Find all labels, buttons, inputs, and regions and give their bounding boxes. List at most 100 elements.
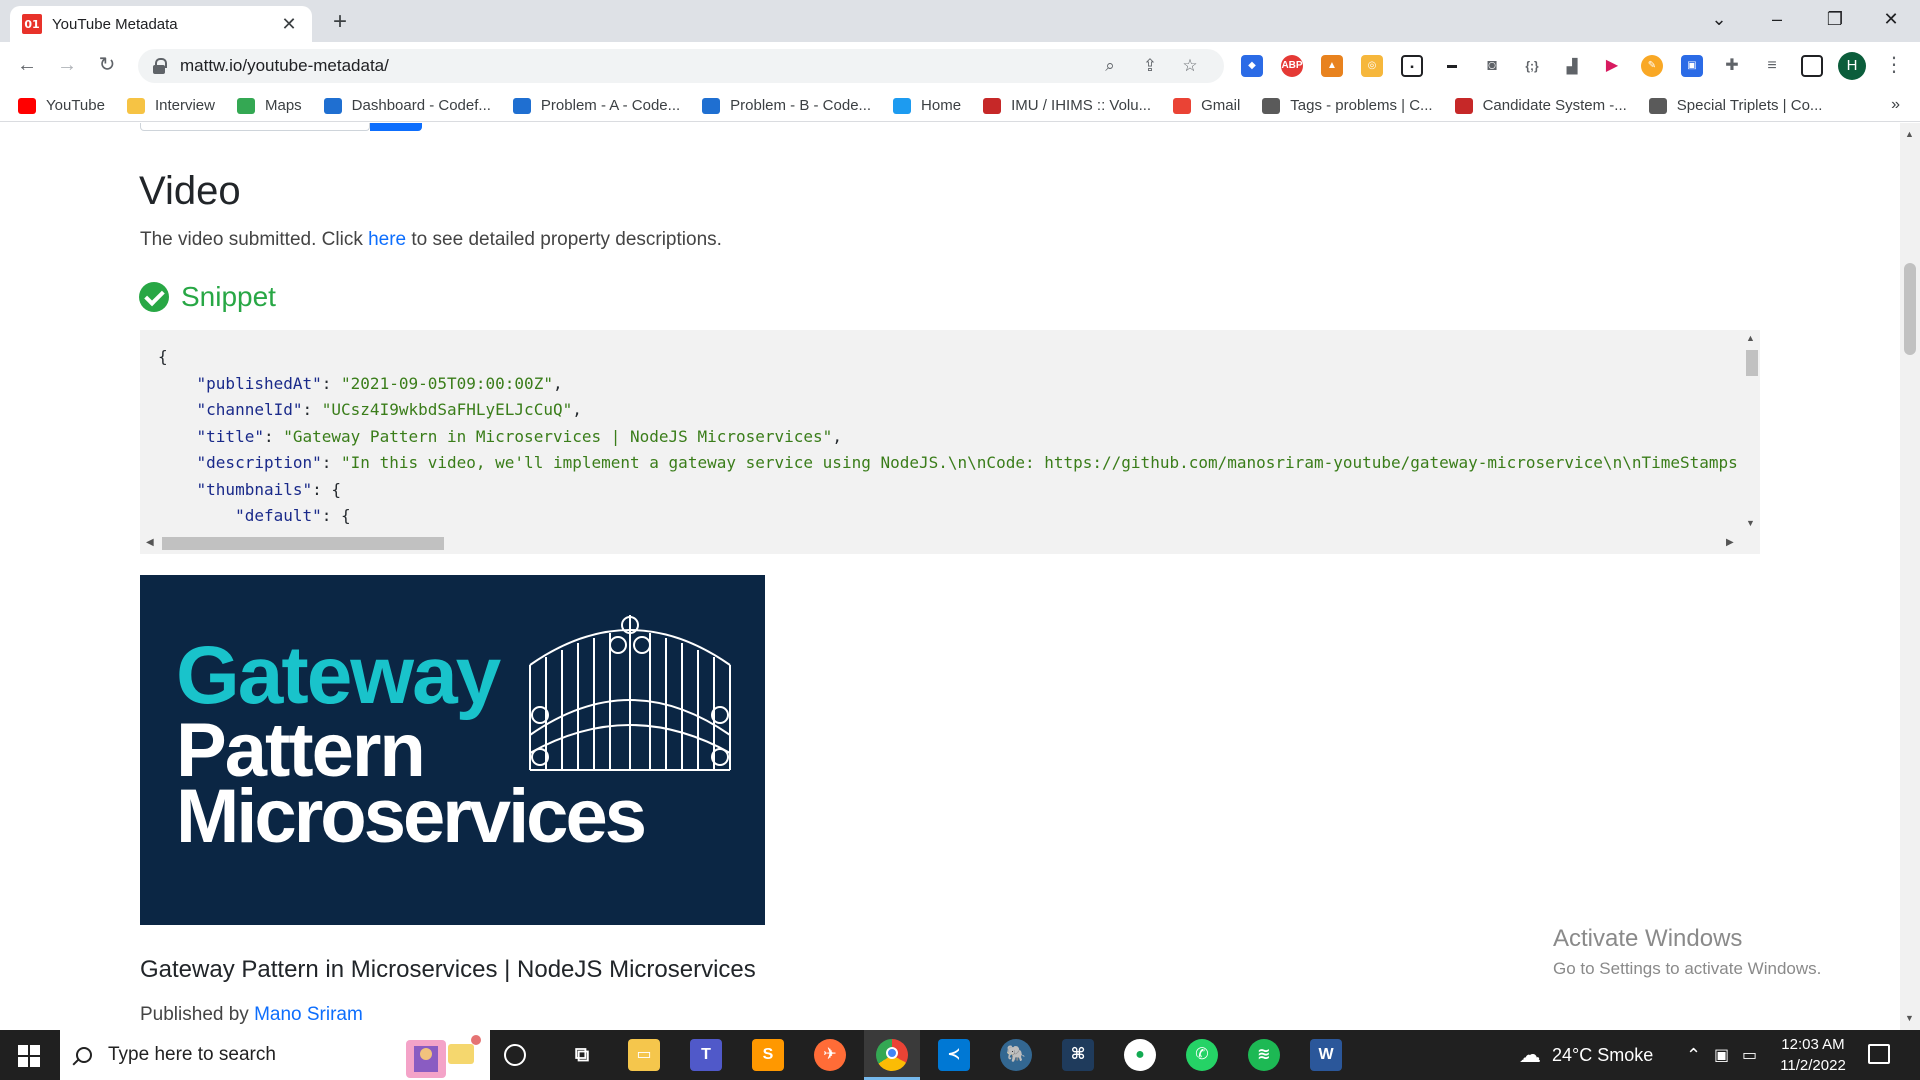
bookmark-item[interactable]: IMU / IHIMS :: Volu... [983,97,1151,114]
property-descriptions-link[interactable]: here [368,229,406,250]
video-thumbnail[interactable]: Gateway Pattern Microservices [140,575,765,925]
bookmark-label: Special Triplets | Co... [1676,97,1823,114]
lock-icon[interactable] [152,58,167,74]
back-button[interactable]: ← [12,50,42,80]
activate-windows-title: Activate Windows [1553,925,1743,952]
page-scroll-thumb[interactable] [1904,263,1916,355]
analytics-icon[interactable]: ▟ [1561,55,1583,77]
mongodb-compass-icon[interactable]: ● [1124,1039,1156,1071]
windows-start-icon[interactable] [18,1045,40,1067]
json-viewer-icon[interactable]: {;} [1521,55,1543,77]
extension-pen-icon[interactable]: ✎ [1641,55,1663,77]
bookmark-favicon-icon [1648,97,1667,114]
url-text[interactable]: mattw.io/youtube-metadata/ [180,56,1090,76]
page-scrollbar[interactable]: ▲ ▼ [1900,123,1920,1030]
scroll-up-arrow-icon[interactable]: ▲ [1746,333,1755,343]
forward-button[interactable]: → [52,50,82,80]
bookmark-item[interactable]: Home [893,97,961,114]
play-icon[interactable]: ▶ [1601,55,1623,77]
bookmarks-overflow-icon[interactable]: » [1891,96,1900,114]
tab-strip: 01 YouTube Metadata ✕ + ⌄ – ❐ ✕ [0,0,1920,42]
spotify-icon[interactable]: ≋ [1248,1039,1280,1071]
submit-button[interactable] [370,123,422,131]
media-control-icon[interactable]: ≡ [1761,55,1783,77]
teams-icon[interactable]: T [690,1039,722,1071]
chrome-icon[interactable] [876,1039,908,1071]
snippet-json-block[interactable]: { "publishedAt": "2021-09-05T09:00:00Z",… [140,330,1760,554]
code-horizontal-scrollbar[interactable]: ◀ ▶ [140,532,1760,554]
share-icon[interactable]: ⇪ [1130,56,1170,76]
postman-icon[interactable]: ✈ [814,1039,846,1071]
profile-avatar[interactable]: H [1838,52,1866,80]
channel-link[interactable]: Mano Sriram [254,1004,363,1025]
video-url-input[interactable] [140,123,370,131]
bookmark-label: Home [921,97,962,114]
search-icon[interactable]: ⌕ [1090,56,1130,76]
picture-in-picture-icon[interactable]: ▪ [1401,55,1423,77]
json-code: { "publishedAt": "2021-09-05T09:00:00Z",… [158,344,1738,530]
bookmark-item[interactable]: Tags - problems | C... [1262,97,1433,114]
side-panel-icon[interactable] [1801,55,1823,77]
page-scroll-up-icon[interactable]: ▲ [1905,129,1914,139]
notification-center-icon[interactable] [1868,1044,1890,1064]
bookmark-item[interactable]: Problem - A - Code... [512,97,680,114]
more-menu-icon[interactable]: ⋮ [1884,48,1904,82]
extension-orange-icon[interactable]: ◎ [1361,55,1383,77]
postgresql-icon[interactable]: 🐘 [1000,1039,1032,1071]
extension-dash-icon[interactable]: ▬ [1441,55,1463,77]
mysql-workbench-icon[interactable]: ⌘ [1062,1039,1094,1071]
cortana-icon[interactable] [504,1044,526,1066]
task-view-icon[interactable]: ⧉ [566,1039,598,1071]
weather-cloud-icon[interactable]: ☁ [1514,1039,1546,1071]
bookmark-item[interactable]: Maps [236,97,302,114]
snippet-title: Snippet [181,281,276,312]
taskbar-clock[interactable]: 12:03 AM 11/2/2022 [1768,1034,1858,1076]
video-description-text: The video submitted. Click here to see d… [140,229,722,251]
page-scroll-down-icon[interactable]: ▼ [1905,1013,1914,1023]
metamask-icon[interactable]: ▲ [1321,55,1343,77]
scroll-left-arrow-icon[interactable]: ◀ [146,537,154,548]
scroll-right-arrow-icon[interactable]: ▶ [1726,537,1734,548]
code-horizontal-scroll-thumb[interactable] [162,537,444,550]
whatsapp-icon[interactable]: ✆ [1186,1039,1218,1071]
snippet-section-header[interactable]: Snippet [139,281,276,313]
scroll-down-arrow-icon[interactable]: ▼ [1746,518,1755,528]
vscode-icon[interactable]: ≺ [938,1039,970,1071]
adblock-icon[interactable]: ABP [1281,55,1303,77]
bookmark-item[interactable]: YouTube [18,97,105,114]
bookmark-item[interactable]: Dashboard - Codef... [323,97,491,114]
bookmark-item[interactable]: Candidate System -... [1454,97,1627,114]
sublime-text-icon[interactable]: S [752,1039,784,1071]
bookmark-item[interactable]: Gmail [1173,97,1240,114]
new-tab-button[interactable]: + [325,8,355,38]
thumbnail-line-3: Microservices [176,774,647,859]
bookmark-item[interactable]: Problem - B - Code... [702,97,871,114]
minimize-button[interactable]: – [1748,0,1806,40]
network-icon[interactable]: ▣ [1714,1045,1729,1065]
puzzle-extensions-icon[interactable]: ✚ [1721,55,1743,77]
reload-button[interactable]: ↻ [92,50,122,80]
close-tab-icon[interactable]: ✕ [278,14,300,35]
word-icon[interactable]: W [1310,1039,1342,1071]
weather-text[interactable]: 24°C Smoke [1552,1045,1653,1066]
taskbar-search-box[interactable]: Type here to search [60,1030,490,1080]
address-bar[interactable]: mattw.io/youtube-metadata/ ⌕ ⇪ ☆ [138,49,1224,83]
bookmark-item[interactable]: Interview [126,97,215,114]
file-explorer-icon[interactable]: ▭ [628,1039,660,1071]
search-highlight-art-icon [406,1035,481,1078]
close-window-button[interactable]: ✕ [1862,0,1920,40]
code-vertical-scrollbar[interactable]: ▲ ▼ [1742,330,1760,532]
camera-icon[interactable]: ◙ [1481,55,1503,77]
bookmark-favicon-icon [1173,97,1192,114]
tray-chevron-icon[interactable]: ⌃ [1686,1045,1701,1066]
extension-shield-icon[interactable]: ◆ [1241,55,1263,77]
bookmark-star-icon[interactable]: ☆ [1170,56,1210,76]
browser-tab[interactable]: 01 YouTube Metadata ✕ [10,6,312,42]
tab-search-icon[interactable]: ⌄ [1690,0,1748,40]
code-vertical-scroll-thumb[interactable] [1746,350,1758,376]
restore-button[interactable]: ❐ [1806,0,1864,40]
save-extension-icon[interactable]: ▣ [1681,55,1703,77]
bookmark-item[interactable]: Special Triplets | Co... [1648,97,1823,114]
bookmark-favicon-icon [893,97,912,114]
battery-icon[interactable]: ▭ [1742,1045,1757,1065]
